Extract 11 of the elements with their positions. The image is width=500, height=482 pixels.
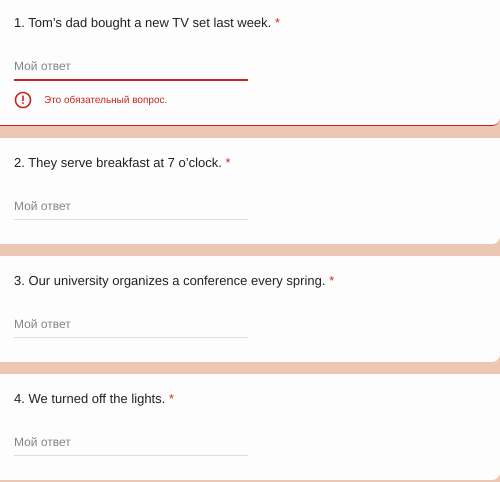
error-message: Это обязательный вопрос.	[44, 94, 168, 106]
error-icon	[14, 91, 32, 109]
question-text: 4. We turned off the lights.	[14, 391, 166, 406]
required-mark: *	[274, 15, 280, 30]
required-mark: *	[168, 391, 174, 406]
question-text: 1. Tom’s dad bought a new TV set last week.	[14, 15, 272, 30]
question-text: 3. Our university organizes a conference every spring.	[14, 273, 326, 288]
question-text: 2. They serve breakfast at 7 o’clock.	[14, 155, 222, 170]
required-mark: *	[329, 273, 334, 288]
required-mark: *	[226, 155, 231, 170]
answer-field[interactable]: Мой ответ	[14, 57, 248, 81]
